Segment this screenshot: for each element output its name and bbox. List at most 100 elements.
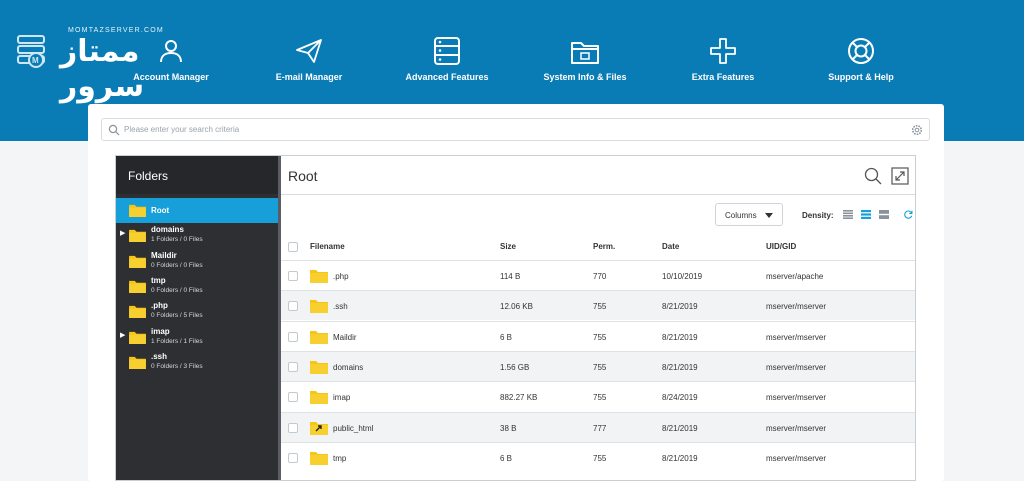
folder-icon	[129, 280, 146, 293]
file-size: 38 B	[500, 423, 517, 433]
density-label: Density:	[802, 211, 834, 220]
sidebar-folder-item[interactable]: tmp 0 Folders / 0 Files	[116, 274, 278, 299]
file-uid: mserver/mserver	[766, 302, 827, 312]
file-row[interactable]: Maildir 6 B 755 8/21/2019 mserver/mserver	[281, 320, 915, 351]
file-perm: 770	[593, 272, 607, 281]
paper-plane-icon	[296, 39, 322, 63]
refresh-icon[interactable]	[904, 210, 913, 219]
file-date: 8/21/2019	[662, 423, 698, 433]
row-checkbox[interactable]	[288, 271, 298, 281]
folder-count: 0 Folders / 5 Files	[151, 312, 203, 320]
file-size: 6 B	[500, 453, 513, 463]
nav-label: E-mail Manager	[275, 72, 343, 82]
header-filename[interactable]: Filename	[310, 242, 345, 251]
file-name[interactable]: Maildir	[333, 333, 357, 342]
file-row[interactable]: .ssh 12.06 KB 755 8/21/2019 mserver/mserver	[281, 290, 915, 321]
expand-arrow-icon[interactable]: ▶	[120, 229, 125, 237]
sidebar-folder-item[interactable]: .ssh 0 Folders / 3 Files	[116, 350, 278, 375]
sidebar-folder-item[interactable]: Root	[116, 198, 278, 223]
file-perm: 755	[593, 393, 607, 403]
folder-count: 0 Folders / 0 Files	[151, 286, 203, 294]
file-name[interactable]: public_html	[333, 424, 373, 433]
row-checkbox[interactable]	[288, 392, 298, 403]
folder-count: 1 Folders / 1 Files	[151, 337, 203, 345]
caret-down-icon	[765, 213, 773, 218]
select-all-checkbox[interactable]	[288, 242, 298, 252]
header-perm[interactable]: Perm.	[593, 242, 615, 251]
search-input[interactable]: Please enter your search criteria	[124, 125, 239, 134]
sidebar-title: Folders	[128, 169, 169, 183]
file-name[interactable]: tmp	[333, 454, 346, 463]
header-size[interactable]: Size	[500, 242, 516, 251]
row-checkbox[interactable]	[288, 361, 298, 372]
plus-icon	[710, 38, 736, 64]
density-normal-icon[interactable]	[861, 210, 871, 219]
file-date: 8/21/2019	[662, 302, 698, 312]
file-perm: 755	[593, 302, 607, 312]
file-uid: mserver/apache	[766, 272, 824, 281]
file-name[interactable]: imap	[333, 393, 350, 402]
header-uid-gid[interactable]: UID/GID	[766, 242, 796, 251]
row-checkbox[interactable]	[288, 422, 298, 433]
expand-arrow-icon[interactable]: ▶	[120, 331, 125, 339]
row-checkbox[interactable]	[288, 331, 298, 342]
nav-account-manager[interactable]: Account Manager	[120, 0, 222, 100]
folder-icon	[129, 306, 146, 319]
file-name[interactable]: .php	[333, 272, 349, 281]
folder-sidebar: Folders Root ▶ domains 1 Folders / 0 Files M…	[116, 156, 278, 480]
file-uid: mserver/mserver	[766, 423, 827, 433]
sidebar-folder-item[interactable]: .php 0 Folders / 5 Files	[116, 299, 278, 324]
search-bar[interactable]: Please enter your search criteria	[101, 118, 930, 141]
sidebar-folder-item[interactable]: Maildir 0 Folders / 0 Files	[116, 249, 278, 274]
file-row[interactable]: domains 1.56 GB 755 8/21/2019 mserver/mserve…	[281, 350, 915, 381]
folder-icon	[310, 300, 328, 314]
folder-icon	[310, 360, 328, 374]
columns-button[interactable]: Columns	[715, 203, 783, 226]
density-compact-icon[interactable]	[843, 210, 853, 219]
file-row[interactable]: imap 882.27 KB 755 8/24/2019 mserver/mserver	[281, 381, 915, 411]
folder-icon	[129, 204, 146, 217]
file-row[interactable]: tmp 6 B 755 8/21/2019 mserver/mserver	[281, 441, 915, 472]
server-icon	[434, 37, 460, 65]
folder-count: 0 Folders / 3 Files	[151, 362, 203, 370]
nav-email-manager[interactable]: E-mail Manager	[258, 0, 360, 100]
svg-text:M: M	[32, 56, 39, 65]
nav-support-help[interactable]: Support & Help	[810, 0, 912, 100]
folder-name: Root	[151, 206, 170, 215]
user-group-icon	[160, 40, 182, 63]
fullscreen-icon[interactable]	[891, 167, 909, 185]
sidebar-header: Folders	[116, 156, 278, 194]
search-icon[interactable]	[864, 167, 882, 185]
folder-icon	[129, 255, 146, 268]
gear-icon[interactable]	[911, 124, 923, 136]
folder-name: tmp	[151, 275, 166, 285]
row-checkbox[interactable]	[288, 452, 298, 463]
density-comfortable-icon[interactable]	[879, 210, 889, 219]
nav-extra-features[interactable]: Extra Features	[672, 0, 774, 100]
file-row[interactable]: public_html 38 B 777 8/21/2019 mserver/mserv…	[281, 411, 915, 442]
nav-advanced-features[interactable]: Advanced Features	[396, 0, 498, 100]
file-row[interactable]: .php 114 B 770 10/10/2019 mserver/apache	[281, 260, 915, 290]
folder-name: .ssh	[151, 351, 168, 361]
folder-info-icon	[571, 42, 599, 64]
file-perm: 755	[593, 332, 607, 342]
folder-icon	[129, 331, 146, 344]
sidebar-folder-item[interactable]: ▶ domains 1 Folders / 0 Files	[116, 223, 278, 248]
nav-label: Advanced Features	[405, 72, 489, 82]
lifebuoy-icon	[848, 38, 874, 64]
file-size: 12.06 KB	[500, 302, 533, 312]
server-person-logo-icon: M	[17, 35, 45, 68]
file-name[interactable]: .ssh	[333, 302, 348, 311]
folder-icon	[310, 451, 328, 465]
sidebar-folder-item[interactable]: ▶ imap 1 Folders / 1 Files	[116, 325, 278, 350]
file-perm: 755	[593, 362, 607, 372]
folder-icon	[129, 230, 146, 243]
folder-name: Maildir	[151, 250, 177, 260]
file-name[interactable]: domains	[333, 363, 363, 372]
file-date: 10/10/2019	[662, 272, 703, 281]
row-checkbox[interactable]	[288, 301, 298, 312]
file-size: 114 B	[500, 272, 521, 281]
nav-system-info-files[interactable]: System Info & Files	[534, 0, 636, 100]
header-date[interactable]: Date	[662, 242, 679, 251]
divider	[281, 194, 915, 195]
